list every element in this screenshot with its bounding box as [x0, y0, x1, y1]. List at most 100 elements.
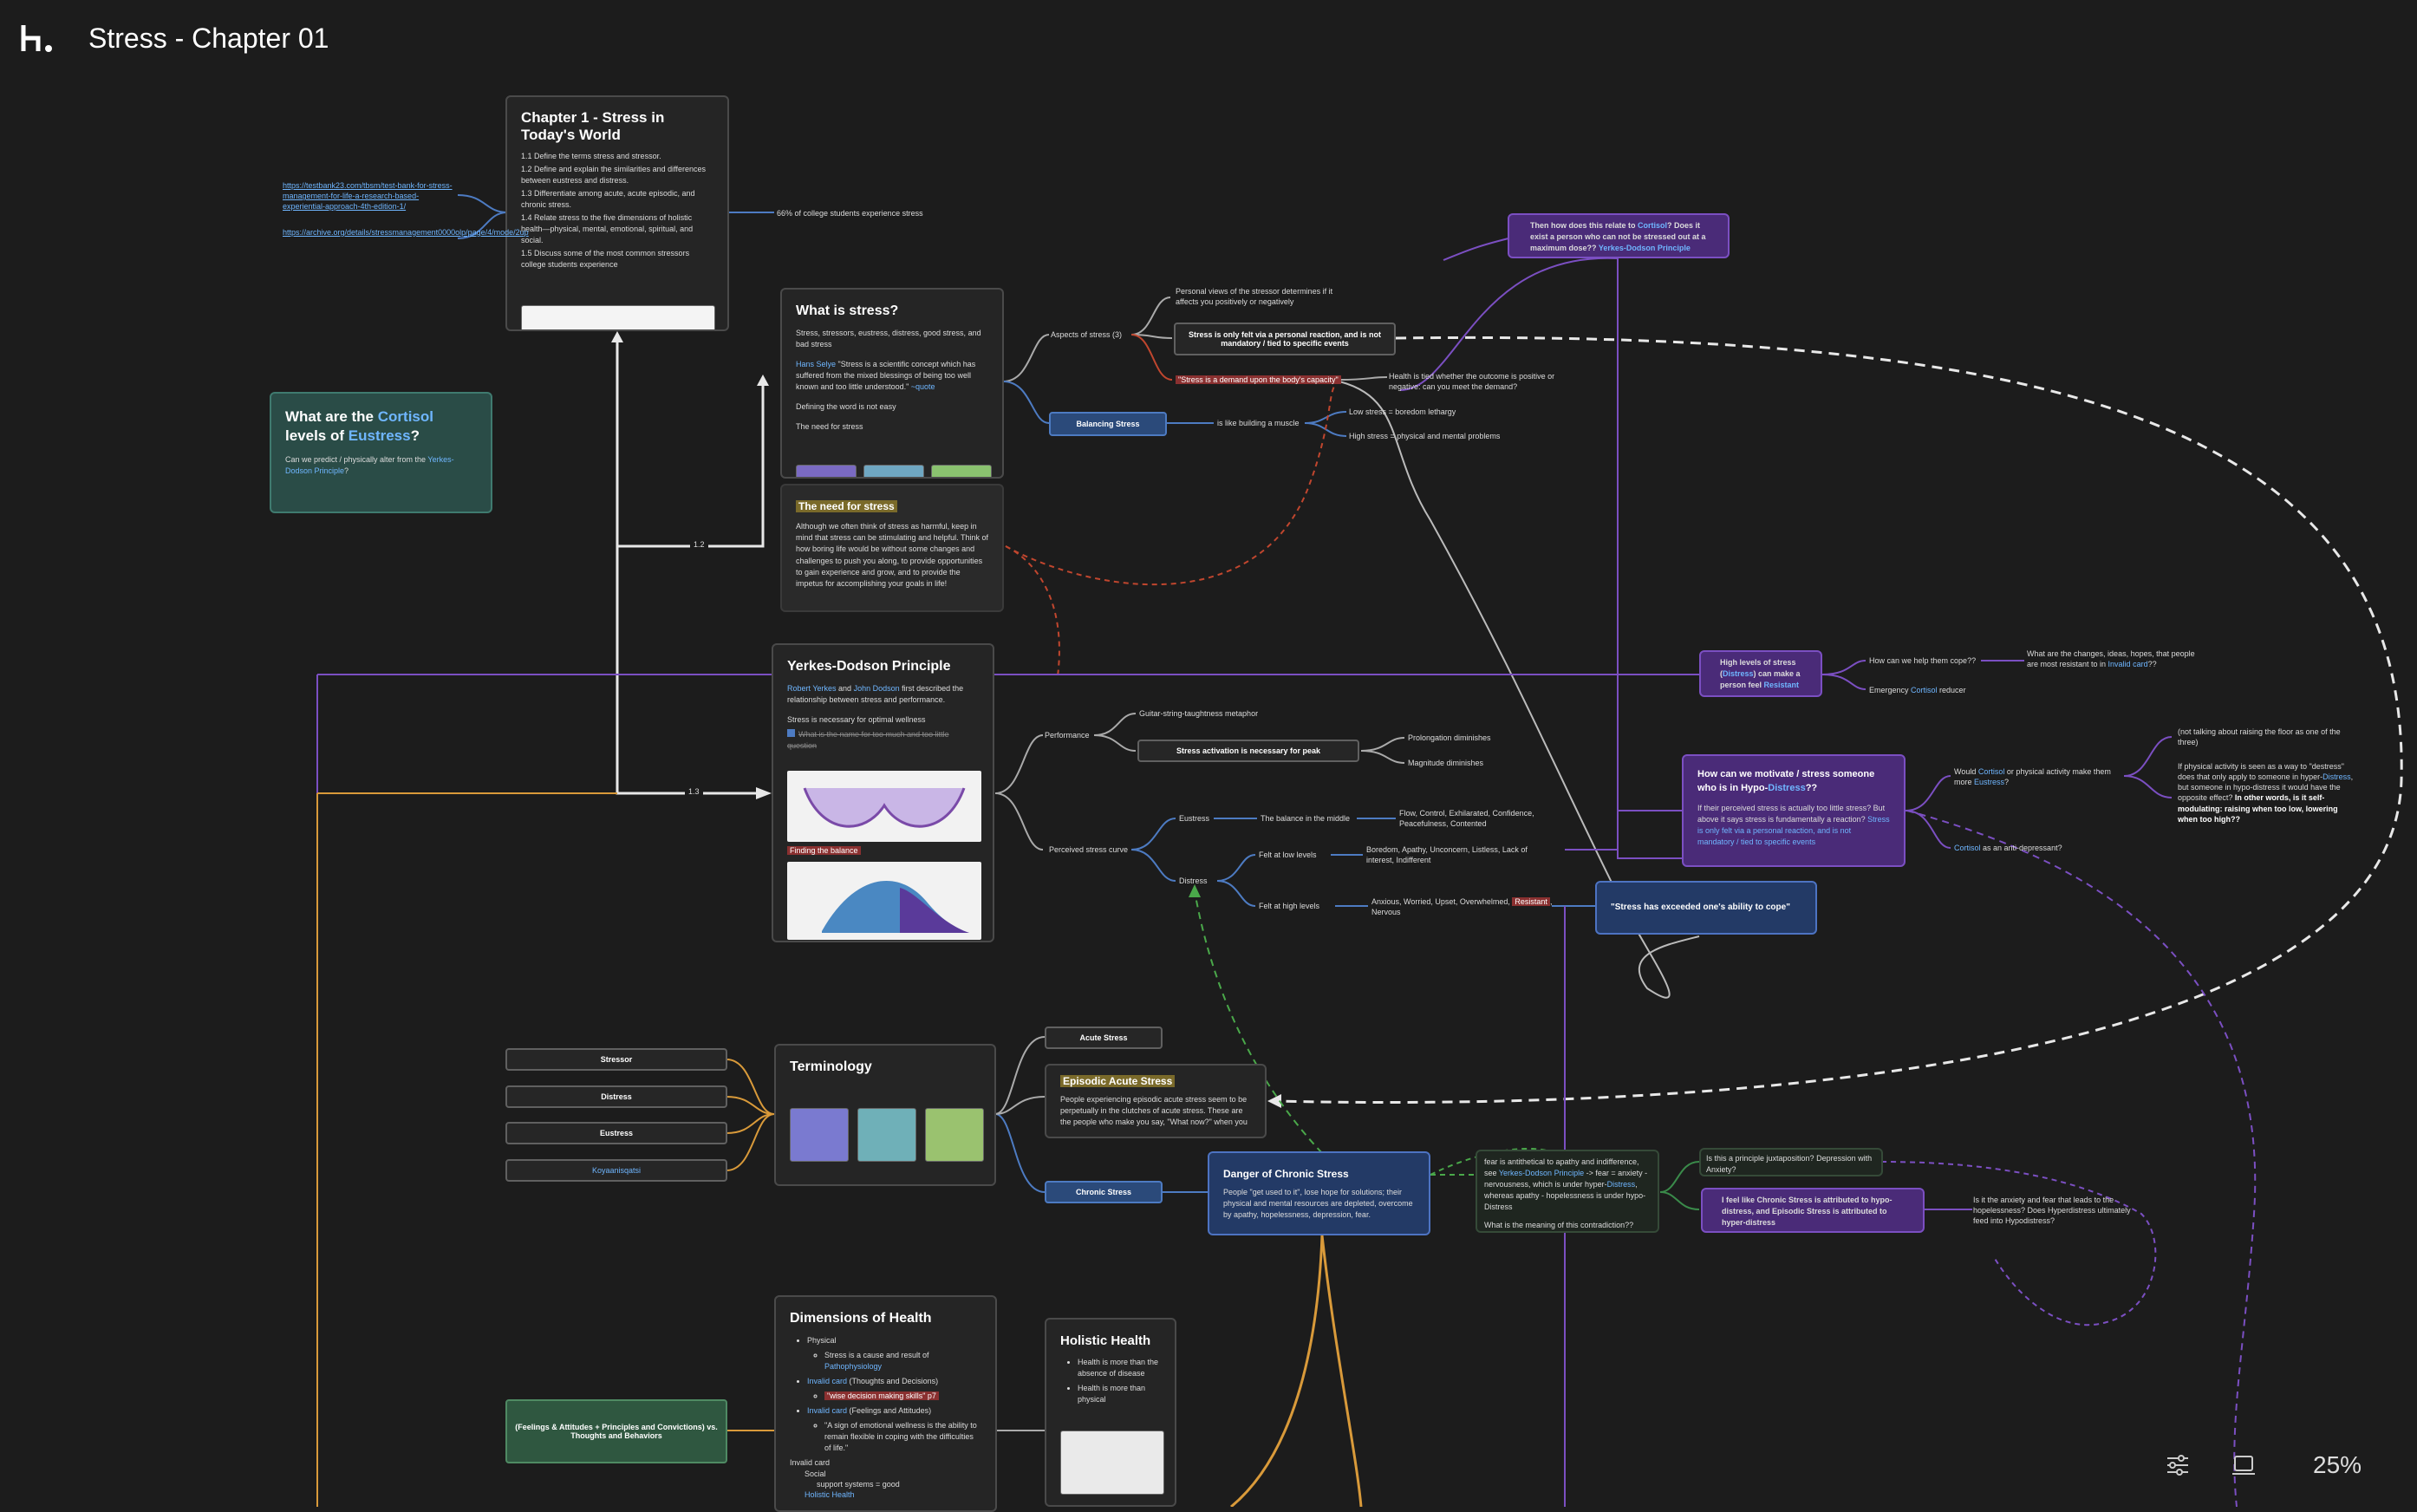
need-for-stress-card[interactable]: The need for stress Although we often th…: [780, 484, 1004, 612]
health-node[interactable]: Health is tied whether the outcome is po…: [1389, 371, 1571, 392]
magnitude-node[interactable]: Magnitude diminishes: [1408, 758, 1483, 768]
fear-card[interactable]: fear is antithetical to apathy and indif…: [1476, 1150, 1659, 1233]
perceived-curve-node[interactable]: Perceived stress curve: [1049, 844, 1128, 855]
holistic-item[interactable]: Holistic Health: [805, 1489, 964, 1500]
flow-node[interactable]: Flow, Control, Exhilarated, Confidence, …: [1399, 808, 1555, 829]
chapter-item: 1.4 Relate stress to the five dimensions…: [521, 213, 694, 245]
high-levels-node[interactable]: Felt at high levels: [1259, 901, 1319, 911]
cortisol-question-text: Then how does this relate to Cortisol? D…: [1530, 221, 1706, 253]
cortisol-eustress-card[interactable]: What are the Cortisol levels of Eustress…: [270, 392, 492, 513]
chapter-item: 1.2 Define and explain the similarities …: [521, 165, 706, 186]
chapter-card[interactable]: Chapter 1 - Stress in Today's World 1.1 …: [505, 95, 729, 331]
chronic-feel-text: I feel like Chronic Stress is attributed…: [1722, 1196, 1893, 1228]
page-title: Stress - Chapter 01: [88, 23, 329, 54]
guitar-node[interactable]: Guitar-string-taughtness metaphor: [1139, 708, 1258, 719]
boredom-node[interactable]: Boredom, Apathy, Unconcern, Listless, La…: [1366, 844, 1531, 865]
acute-stress-node[interactable]: Acute Stress: [1045, 1026, 1163, 1049]
activation-node[interactable]: Stress activation is necessary for peak: [1137, 740, 1359, 762]
thumbnail: [863, 465, 924, 477]
sliders-icon: [2167, 1455, 2188, 1476]
balance-node[interactable]: The balance in the middle: [1261, 813, 1350, 824]
term-distress[interactable]: Distress: [505, 1085, 727, 1108]
exceeded-card[interactable]: "Stress has exceeded one's ability to co…: [1595, 881, 1817, 935]
physical-sub: Stress is a cause and result of Pathophy…: [824, 1350, 981, 1372]
fear-question: What is the meaning of this contradictio…: [1484, 1221, 1634, 1230]
fear-text: fear is antithetical to apathy and indif…: [1484, 1157, 1648, 1212]
term-koyaanisqatsi[interactable]: Koyaanisqatsi: [505, 1159, 727, 1182]
need-title: The need for stress: [796, 499, 988, 514]
cortisol-question-card[interactable]: Then how does this relate to Cortisol? D…: [1508, 213, 1730, 258]
logo[interactable]: [21, 23, 55, 54]
settings-button[interactable]: [2164, 1451, 2192, 1479]
holistic-title: Holistic Health: [1060, 1333, 1151, 1348]
terminology-card[interactable]: Terminology: [774, 1044, 996, 1186]
hyper-node[interactable]: If physical activity is seen as a way to…: [2178, 761, 2355, 824]
anti-depressant-node[interactable]: Cortisol as an anti-depressant?: [1954, 843, 2062, 853]
yerkes-dodson-card[interactable]: Yerkes-Dodson Principle Robert Yerkes an…: [772, 643, 994, 942]
holistic-item-1: Health is more than the absence of disea…: [1078, 1357, 1161, 1379]
chronic-feel-card[interactable]: I feel like Chronic Stress is attributed…: [1701, 1188, 1925, 1233]
muscle-node[interactable]: is like building a muscle: [1217, 418, 1300, 428]
danger-body: People "get used to it", lose hope for s…: [1223, 1188, 1413, 1220]
balancing-stress-node[interactable]: Balancing Stress: [1049, 412, 1167, 436]
testbank-link[interactable]: https://testbank23.com/tbsm/test-bank-fo…: [283, 180, 456, 212]
wise-decision: "wise decision making skills" p7: [824, 1391, 981, 1402]
performance-node[interactable]: Performance: [1045, 730, 1090, 740]
high-levels-card[interactable]: High levels of stress (Distress) can mak…: [1699, 650, 1822, 697]
present-button[interactable]: [2230, 1451, 2257, 1479]
checkbox-icon[interactable]: [787, 729, 795, 738]
cortisol-card-body: Can we predict / physically alter from t…: [285, 455, 454, 476]
eustress-node[interactable]: Eustress: [1179, 813, 1209, 824]
thumbnail: [857, 1108, 916, 1162]
dimension-invalid[interactable]: Invalid card: [790, 1457, 981, 1469]
yerkes-diagram: [787, 771, 981, 842]
feelings-node[interactable]: (Feelings & Attitudes + Principles and C…: [505, 1399, 727, 1463]
distress-node[interactable]: Distress: [1179, 876, 1208, 886]
changes-node[interactable]: What are the changes, ideas, hopes, that…: [2027, 648, 2200, 669]
thumbnail: [790, 1108, 849, 1162]
aspects-node[interactable]: Aspects of stress (3): [1051, 329, 1122, 340]
only-felt-node[interactable]: Stress is only felt via a personal react…: [1174, 323, 1396, 355]
yerkes-todo[interactable]: What is the name for too much and too li…: [787, 729, 979, 752]
laptop-icon: [2232, 1456, 2255, 1475]
holistic-health-card[interactable]: Holistic Health Health is more than the …: [1045, 1318, 1176, 1507]
motivate-card[interactable]: How can we motivate / stress someone who…: [1682, 754, 1906, 867]
anxious-node[interactable]: Anxious, Worried, Upset, Overwhelmed, Re…: [1371, 896, 1554, 917]
holistic-item-2: Health is more than physical: [1078, 1383, 1161, 1405]
whiteboard-canvas[interactable]: Stress - Chapter 01 Chapter 1 - Stress i…: [0, 0, 2417, 1512]
yerkes-title: Yerkes-Dodson Principle: [787, 659, 951, 674]
episodic-card[interactable]: Episodic Acute Stress People experiencin…: [1045, 1064, 1267, 1138]
chapter-item: 1.5 Discuss some of the most common stre…: [521, 249, 690, 270]
need-link[interactable]: The need for stress: [796, 421, 988, 433]
prolongation-node[interactable]: Prolongation diminishes: [1408, 733, 1491, 743]
low-stress-node[interactable]: Low stress = boredom lethargy: [1349, 407, 1456, 417]
would-cortisol-node[interactable]: Would Cortisol or physical activity make…: [1954, 766, 2124, 787]
danger-title: Danger of Chronic Stress: [1223, 1168, 1349, 1180]
zoom-level[interactable]: 25%: [2313, 1451, 2362, 1479]
thumbnail: [796, 465, 857, 477]
is-it-node[interactable]: Is it the anxiety and fear that leads to…: [1973, 1195, 2138, 1226]
danger-chronic-card[interactable]: Danger of Chronic Stress People "get use…: [1208, 1151, 1430, 1235]
term-eustress[interactable]: Eustress: [505, 1122, 727, 1144]
dimension-mental: Invalid card (Thoughts and Decisions): [807, 1376, 981, 1387]
episodic-title: Episodic Acute Stress: [1060, 1074, 1251, 1089]
low-levels-node[interactable]: Felt at low levels: [1259, 850, 1317, 860]
what-is-stress-card[interactable]: What is stress? Stress, stressors, eustr…: [780, 288, 1004, 479]
high-levels-text: High levels of stress (Distress) can mak…: [1720, 658, 1801, 690]
social-item: Social: [805, 1470, 826, 1478]
chronic-stress-node[interactable]: Chronic Stress: [1045, 1181, 1163, 1203]
thumbnail: [925, 1108, 984, 1162]
juxtaposition-card[interactable]: Is this a principle juxtaposition? Depre…: [1699, 1148, 1883, 1176]
demand-node[interactable]: "Stress is a demand upon the body's capa…: [1176, 375, 1341, 385]
archive-link[interactable]: https://archive.org/details/stressmanage…: [283, 227, 529, 238]
dimensions-extra: Social support systems = good Holistic H…: [791, 1469, 964, 1500]
term-stressor[interactable]: Stressor: [505, 1048, 727, 1071]
help-cope-node[interactable]: How can we help them cope??: [1869, 655, 1976, 666]
juxtaposition-text: Is this a principle juxtaposition? Depre…: [1706, 1154, 1873, 1175]
emergency-node[interactable]: Emergency Cortisol reducer: [1869, 685, 1966, 695]
floor-node[interactable]: (not talking about raising the floor as …: [2178, 727, 2351, 747]
personal-views-node[interactable]: Personal views of the stressor determine…: [1176, 286, 1349, 307]
chapter-item: 1.1 Define the terms stress and stressor…: [521, 152, 661, 160]
high-stress-node[interactable]: High stress = physical and mental proble…: [1349, 431, 1500, 441]
motivate-body: If their perceived stress is actually to…: [1697, 803, 1890, 847]
